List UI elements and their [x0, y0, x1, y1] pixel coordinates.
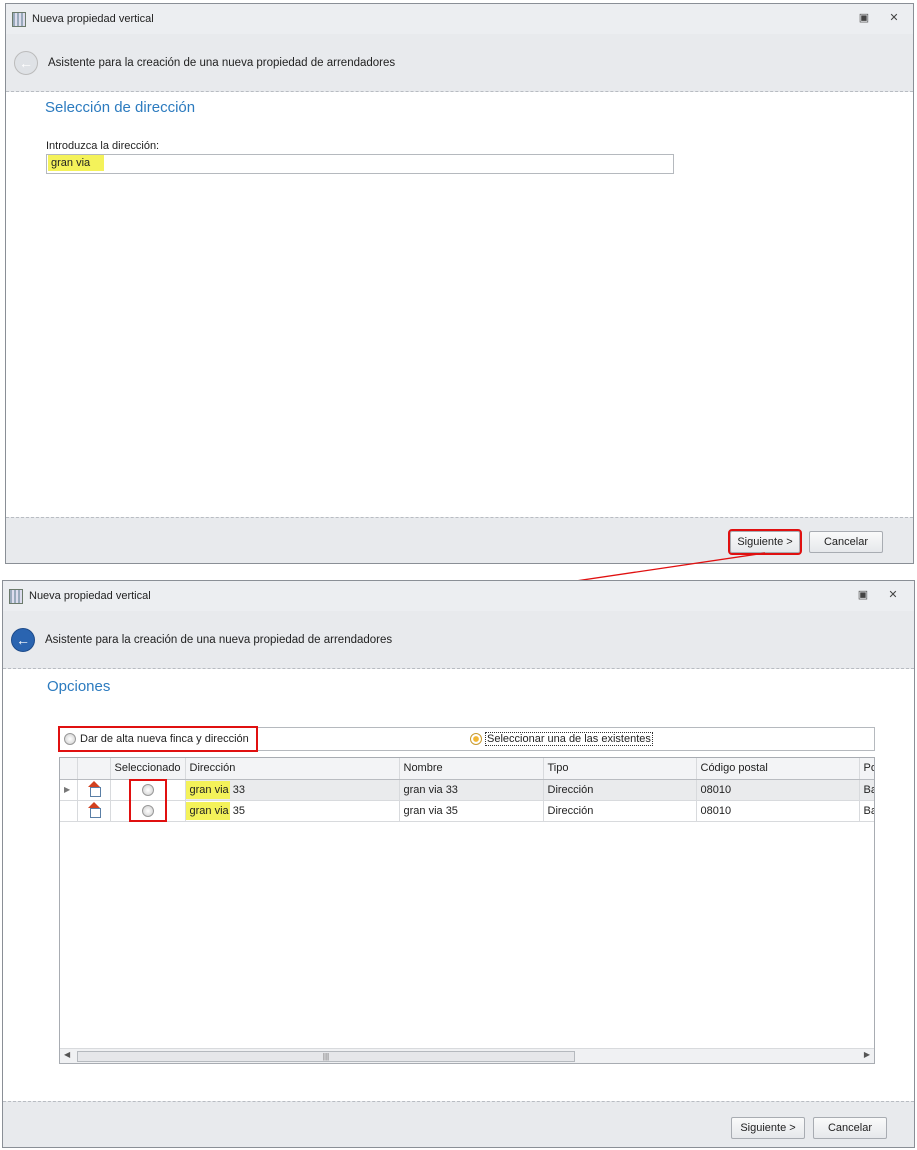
row-indicator-icon: ▶ [60, 779, 78, 801]
option-group: Dar de alta nueva finca y dirección Sele… [58, 726, 875, 752]
horizontal-scrollbar[interactable]: ◀ ||| ▶ [60, 1048, 874, 1063]
column-header[interactable]: Código postal [696, 758, 860, 780]
town-cell: Bar [859, 800, 874, 822]
scroll-left-icon[interactable]: ◀ [64, 1050, 70, 1059]
wizard-footer: Siguiente > Cancelar [3, 1101, 914, 1147]
wizard-window-step2: Nueva propiedad vertical ▣ ✕ ← Asistente… [2, 580, 915, 1148]
radio-icon [64, 733, 76, 745]
option-existing-label: Seleccionar una de las existentes [485, 732, 653, 746]
option-new-radio[interactable]: Dar de alta nueva finca y dirección [58, 726, 258, 752]
column-header[interactable]: Tipo [543, 758, 697, 780]
option-existing-radio[interactable]: Seleccionar una de las existentes [470, 728, 653, 750]
table-row[interactable]: gran via 35 gran via 35 Dirección 08010 … [60, 800, 874, 822]
restore-icon[interactable]: ▣ [856, 589, 870, 601]
name-cell: gran via 35 [399, 800, 544, 822]
column-header[interactable]: Nombre [399, 758, 544, 780]
scroll-right-icon[interactable]: ▶ [864, 1050, 870, 1059]
postal-code-cell: 08010 [696, 800, 860, 822]
scrollbar-thumb[interactable]: ||| [77, 1051, 575, 1062]
house-icon [87, 802, 101, 818]
postal-code-cell: 08010 [696, 779, 860, 801]
close-icon[interactable]: ✕ [886, 589, 900, 601]
town-cell: Bar [859, 779, 874, 801]
section-title: Opciones [47, 678, 111, 695]
results-grid: Seleccionado Dirección Nombre Tipo Códig… [59, 757, 875, 1064]
name-cell: gran via 33 [399, 779, 544, 801]
back-button[interactable]: ← [11, 627, 35, 652]
column-header[interactable]: Dirección [185, 758, 400, 780]
wizard-header: ← Asistente para la creación de una nuev… [3, 611, 914, 669]
table-row[interactable]: ▶ gran via 33 gran via 33 Dirección 0801… [60, 779, 874, 801]
address-match: gran via [185, 801, 230, 820]
window-title: Nueva propiedad vertical [29, 590, 151, 602]
wizard-title: Asistente para la creación de una nueva … [45, 633, 393, 646]
address-rest: 35 [229, 804, 245, 817]
house-icon [87, 781, 101, 797]
title-bar: Nueva propiedad vertical ▣ ✕ [3, 581, 914, 611]
radio-icon [470, 733, 482, 745]
building-icon [9, 588, 23, 604]
annotation-box [129, 779, 167, 822]
column-header[interactable]: Seleccionado [110, 758, 186, 780]
address-match: gran via [185, 780, 230, 799]
column-header[interactable]: Pol [859, 758, 874, 780]
cancel-button[interactable]: Cancelar [813, 1117, 887, 1139]
next-button[interactable]: Siguiente > [731, 1117, 805, 1139]
option-new-label: Dar de alta nueva finca y dirección [80, 733, 249, 745]
grid-header: Seleccionado Dirección Nombre Tipo Códig… [60, 758, 874, 780]
type-cell: Dirección [543, 800, 697, 822]
address-rest: 33 [229, 783, 245, 796]
type-cell: Dirección [543, 779, 697, 801]
